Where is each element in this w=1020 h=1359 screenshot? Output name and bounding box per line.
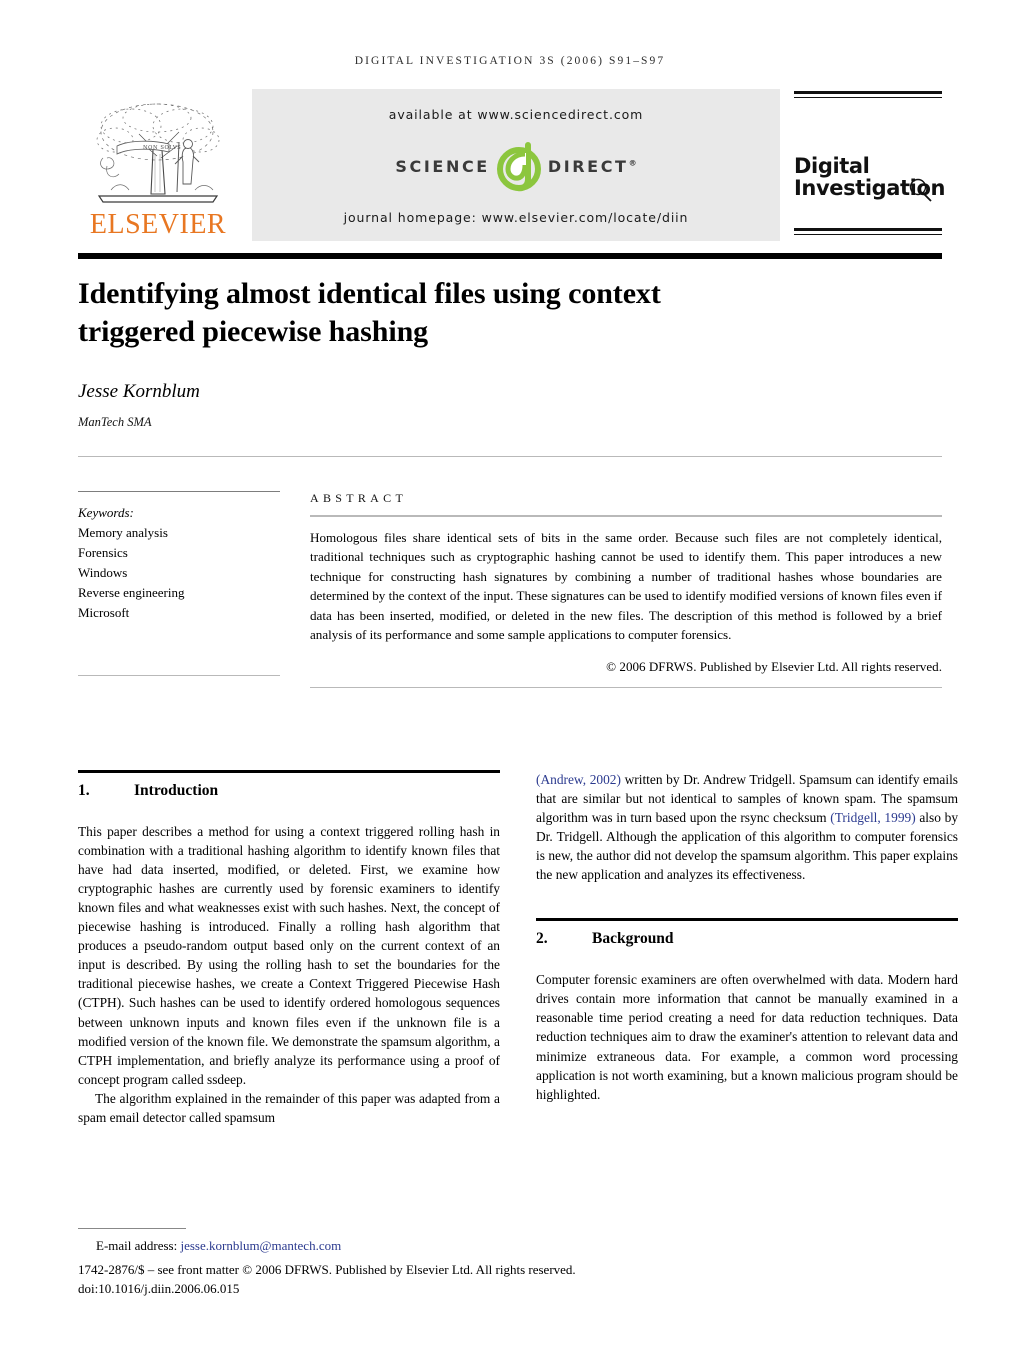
body-columns: 1. Introduction This paper describes a m… xyxy=(78,769,958,1128)
intro-paragraph-1: This paper describes a method for using … xyxy=(78,823,500,1087)
section-heading-introduction: 1. Introduction xyxy=(78,769,500,800)
title-divider xyxy=(78,253,942,259)
journal-title-line1: Digital xyxy=(794,153,870,178)
elsevier-motto: NON SOLVS xyxy=(143,145,181,151)
magnifying-glass-icon xyxy=(909,178,932,202)
doi-line: doi:10.1016/j.diin.2006.06.015 xyxy=(78,1281,240,1296)
author-name: Jesse Kornblum xyxy=(78,380,200,402)
keyword-item: Reverse engineering xyxy=(78,585,185,601)
keywords-column: Keywords: Memory analysis Forensics Wind… xyxy=(78,457,310,688)
keyword-item: Forensics xyxy=(78,544,128,560)
intro-paragraph-2-continued: (Andrew, 2002) written by Dr. Andrew Tri… xyxy=(536,770,958,885)
right-column: (Andrew, 2002) written by Dr. Andrew Tri… xyxy=(536,770,958,1128)
author-affiliation: ManTech SMA xyxy=(78,414,152,429)
intro-paragraph-2: The algorithm explained in the remainder… xyxy=(78,1089,500,1127)
registered-mark-icon: ® xyxy=(628,158,637,168)
section-number: 1. xyxy=(78,781,90,799)
footnote-email-line: E-mail address: jesse.kornblum@mantech.c… xyxy=(78,1236,698,1256)
sciencedirect-logo: SCIENCE DIRECT® xyxy=(395,138,637,194)
journal-logo-rule-bottom xyxy=(794,228,942,235)
citation-tridgell-1999[interactable]: (Tridgell, 1999) xyxy=(830,810,915,825)
email-link[interactable]: jesse.kornblum@mantech.com xyxy=(180,1238,341,1253)
journal-logo: Digital Investigation xyxy=(794,89,945,241)
keywords-label: Keywords: xyxy=(78,504,134,520)
journal-logo-rule-top xyxy=(794,91,942,98)
sciencedirect-d-mark-icon xyxy=(496,142,541,192)
abstract-rights-line: © 2006 DFRWS. Published by Elsevier Ltd.… xyxy=(606,658,942,674)
journal-title-logo: Digital Investigation xyxy=(794,153,945,202)
sciencedirect-word-left: SCIENCE xyxy=(395,156,490,176)
abstract-column: ABSTRACT Homologous files share identica… xyxy=(310,457,942,688)
keyword-item: Memory analysis xyxy=(78,524,168,540)
section-number: 2. xyxy=(536,930,548,948)
section-title: Background xyxy=(592,930,674,948)
abstract-keywords-block: Keywords: Memory analysis Forensics Wind… xyxy=(78,457,942,688)
running-head: DIGITAL INVESTIGATION 3S (2006) S91–S97 xyxy=(354,55,666,67)
section-heading-background: 2. Background xyxy=(536,918,958,948)
journal-homepage-text: journal homepage: www.elsevier.com/locat… xyxy=(343,210,689,225)
sciencedirect-band: available at www.sciencedirect.com SCIEN… xyxy=(252,89,780,241)
citation-andrew-2002[interactable]: (Andrew, 2002) xyxy=(536,772,621,787)
page-title: Identifying almost identical files using… xyxy=(78,277,661,348)
sciencedirect-word-right: DIRECT® xyxy=(547,156,637,176)
front-matter-line: 1742-2876/$ – see front matter © 2006 DF… xyxy=(78,1261,576,1277)
elsevier-tree-icon: NON SOLVS xyxy=(96,103,220,203)
journal-masthead: NON SOLVS ELSEVIER available at www.scie… xyxy=(78,89,945,241)
abstract-text: Homologous files share identical sets of… xyxy=(310,514,942,645)
footnote-rule xyxy=(78,1228,186,1229)
paper-page: DIGITAL INVESTIGATION 3S (2006) S91–S97 xyxy=(0,0,1020,1359)
page-footer: E-mail address: jesse.kornblum@mantech.c… xyxy=(78,1228,698,1299)
abstract-bottom-rule xyxy=(310,686,942,688)
intro-p2-text-1: The algorithm explained in the remainder… xyxy=(78,1090,500,1125)
available-at-text: available at www.sciencedirect.com xyxy=(388,107,644,122)
background-paragraph-1: Computer forensic examiners are often ov… xyxy=(536,972,958,1102)
left-column: 1. Introduction This paper describes a m… xyxy=(78,769,500,1128)
keyword-item: Windows xyxy=(78,565,128,581)
email-label: E-mail address: xyxy=(96,1238,178,1253)
elsevier-wordmark: ELSEVIER xyxy=(89,209,227,240)
section-title: Introduction xyxy=(134,781,219,799)
keywords-list: Keywords: Memory analysis Forensics Wind… xyxy=(78,490,280,624)
elsevier-logo: NON SOLVS ELSEVIER xyxy=(78,89,238,241)
abstract-heading: ABSTRACT xyxy=(310,490,408,505)
keyword-item: Microsoft xyxy=(78,605,130,621)
keywords-bottom-rule xyxy=(78,675,280,677)
